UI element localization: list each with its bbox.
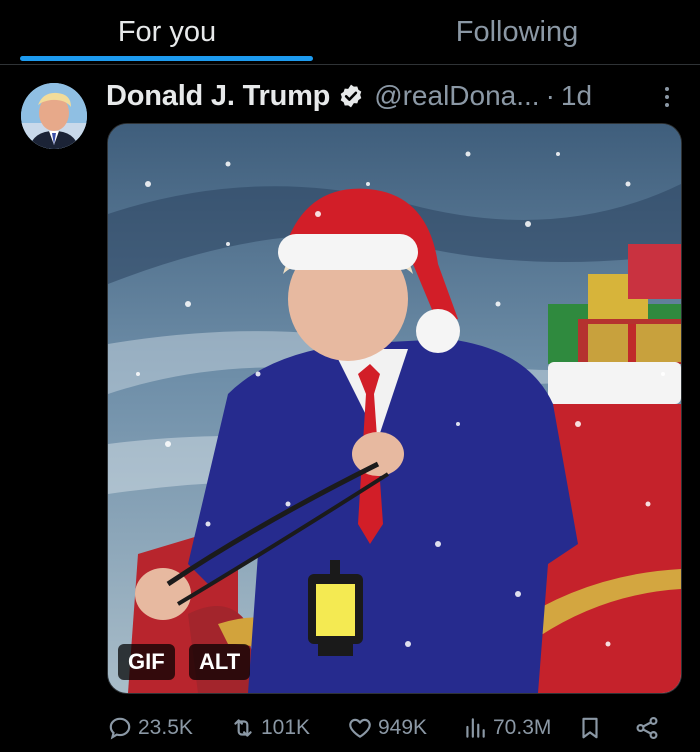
more-icon[interactable] — [656, 82, 678, 112]
avatar-image — [21, 83, 87, 149]
reply-button[interactable]: 23.5K — [107, 708, 193, 748]
like-icon — [349, 718, 371, 738]
reply-icon — [109, 717, 131, 740]
author-handle[interactable]: @realDona... — [374, 80, 539, 112]
gif-frame-image — [108, 124, 681, 693]
repost-icon — [234, 719, 252, 737]
repost-button[interactable]: 101K — [230, 708, 310, 748]
tab-for-you-label: For you — [117, 15, 217, 48]
tab-following[interactable]: Following — [334, 0, 700, 64]
tab-following-label: Following — [455, 15, 579, 48]
post-author-row: Donald J. Trump @realDona... · 1d — [106, 76, 592, 116]
post-actions: 23.5K 101K 949K 70.3M — [107, 708, 687, 748]
share-button[interactable] — [634, 708, 660, 748]
post-time[interactable]: 1d — [561, 80, 592, 112]
bookmark-button[interactable] — [577, 708, 603, 748]
verified-badge-icon — [338, 83, 364, 109]
repost-count: 101K — [261, 716, 311, 739]
timeline-tabs: For you Following — [0, 0, 700, 65]
like-count: 949K — [378, 716, 428, 739]
tab-for-you[interactable]: For you — [0, 0, 334, 64]
like-button[interactable]: 949K — [347, 708, 427, 748]
gif-badge[interactable]: GIF — [118, 644, 175, 680]
active-tab-indicator — [20, 56, 313, 61]
share-icon — [636, 716, 658, 740]
views-button[interactable]: 70.3M — [462, 708, 551, 748]
bookmark-icon — [582, 717, 598, 739]
post-media-gif[interactable]: GIF ALT — [107, 123, 682, 694]
author-name[interactable]: Donald J. Trump — [106, 80, 330, 113]
alt-text-badge[interactable]: ALT — [189, 644, 251, 680]
reply-count: 23.5K — [138, 716, 193, 739]
views-count: 70.3M — [493, 716, 552, 739]
meta-separator: · — [545, 80, 555, 111]
avatar[interactable] — [21, 83, 87, 149]
views-icon — [466, 718, 485, 738]
